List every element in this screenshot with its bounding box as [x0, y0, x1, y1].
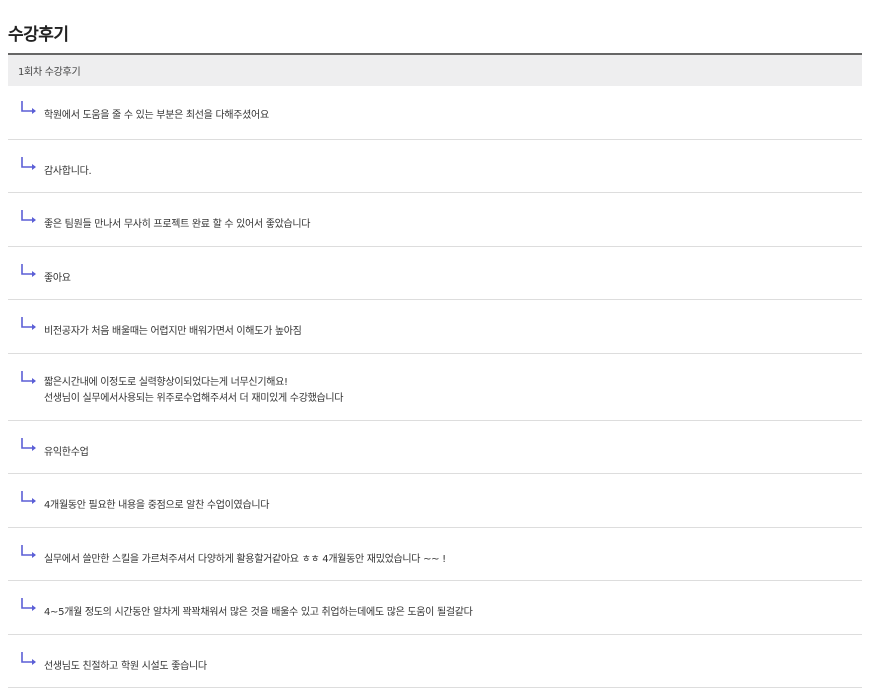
section-header-label: 1회차 수강후기 — [18, 67, 81, 78]
review-text: 감사합니다. — [44, 165, 92, 177]
page-title: 수강후기 — [8, 25, 69, 45]
review-item: 학원에서 도움을 줄 수 있는 부분은 최선을 다해주셨어요 — [8, 86, 862, 140]
review-text: 학원에서 도움을 줄 수 있는 부분은 최선을 다해주셨어요 — [44, 110, 269, 121]
reply-arrow-icon — [21, 210, 36, 223]
review-text: 선생님도 친절하고 학원 시설도 좋습니다 — [44, 660, 207, 672]
reply-arrow-icon — [21, 437, 36, 451]
review-text: 좋은 팀원들 만나서 무사히 프로젝트 완료 할 수 있어서 좋았습니다 — [44, 219, 311, 230]
review-item: 좋아요 — [8, 247, 862, 300]
review-list: 학원에서 도움을 줄 수 있는 부분은 최선을 다해주셨어요 감사합니다. 좋은… — [8, 86, 862, 688]
review-text: 짧은시간내에 이정도로 실력향상이되었다는게 너무신기해요! 선생님이 실무에서… — [44, 376, 344, 404]
reply-arrow-icon — [21, 598, 36, 611]
reply-arrow-icon — [21, 101, 36, 114]
review-item: 짧은시간내에 이정도로 실력향상이되었다는게 너무신기해요! 선생님이 실무에서… — [8, 354, 862, 421]
review-item: 4~5개월 정도의 시간동안 알차게 꽉꽉채워서 많은 것을 배울수 있고 취업… — [8, 581, 862, 635]
review-item: 감사합니다. — [8, 140, 862, 193]
review-text: 비전공자가 처음 배울때는 어렵지만 배워가면서 이해도가 높아짐 — [44, 326, 302, 337]
review-text: 좋아요 — [44, 272, 71, 284]
review-item: 비전공자가 처음 배울때는 어렵지만 배워가면서 이해도가 높아짐 — [8, 300, 862, 354]
review-section: 1회차 수강후기 학원에서 도움을 줄 수 있는 부분은 최선을 다해주셨어요 … — [8, 53, 862, 688]
section-header: 1회차 수강후기 — [8, 53, 862, 86]
reply-arrow-icon — [21, 317, 36, 330]
reply-arrow-icon — [21, 544, 36, 558]
review-text: 유익한수업 — [44, 446, 89, 458]
review-text: 실무에서 쓸만한 스킬을 가르쳐주셔서 다양하게 활용할거같아요 ㅎㅎ 4개월동… — [44, 553, 446, 565]
review-item: 좋은 팀원들 만나서 무사히 프로젝트 완료 할 수 있어서 좋았습니다 — [8, 193, 862, 247]
review-item: 4개월동안 필요한 내용을 중점으로 알찬 수업이였습니다 — [8, 474, 862, 528]
reply-arrow-icon — [21, 370, 36, 384]
review-item: 유익한수업 — [8, 421, 862, 474]
reply-arrow-icon — [21, 263, 36, 277]
review-text: 4개월동안 필요한 내용을 중점으로 알찬 수업이였습니다 — [44, 500, 270, 511]
review-item: 실무에서 쓸만한 스킬을 가르쳐주셔서 다양하게 활용할거같아요 ㅎㅎ 4개월동… — [8, 528, 862, 581]
reply-arrow-icon — [21, 491, 36, 504]
review-item: 선생님도 친절하고 학원 시설도 좋습니다 — [8, 635, 862, 688]
reply-arrow-icon — [21, 651, 36, 665]
review-text: 4~5개월 정도의 시간동안 알차게 꽉꽉채워서 많은 것을 배울수 있고 취업… — [44, 607, 473, 618]
reply-arrow-icon — [21, 156, 36, 170]
review-page: 수강후기 1회차 수강후기 학원에서 도움을 줄 수 있는 부분은 최선을 다해… — [0, 0, 870, 696]
